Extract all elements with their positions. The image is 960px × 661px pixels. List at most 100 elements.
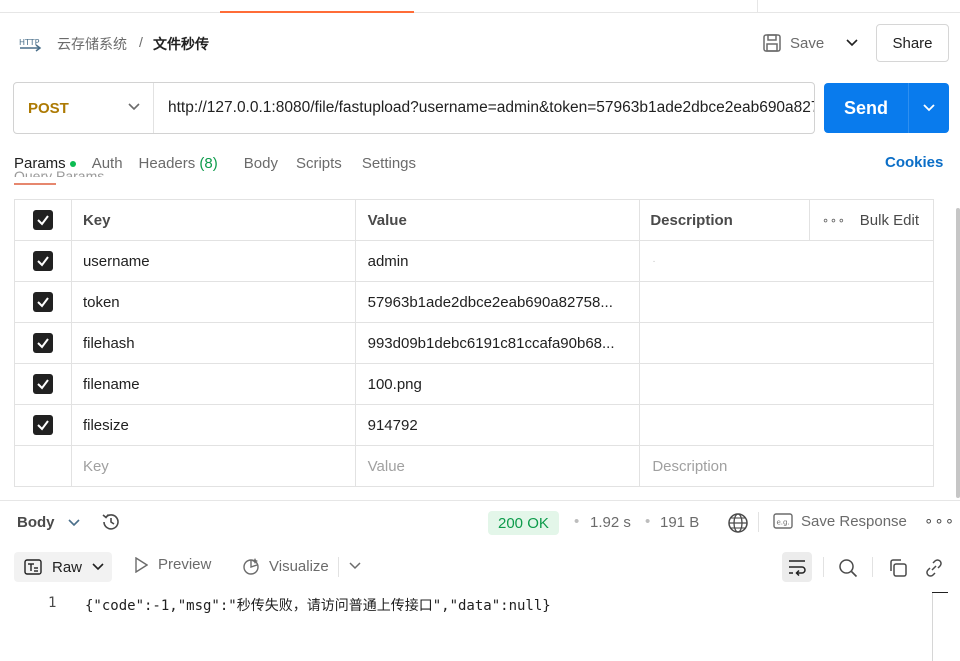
bulk-edit-button[interactable]: ∘∘∘ Bulk Edit xyxy=(810,200,934,240)
save-button[interactable]: Save xyxy=(762,28,824,58)
more-options-icon[interactable]: ∘∘∘ xyxy=(924,512,955,530)
new-key-input[interactable]: Key xyxy=(72,446,356,486)
param-description[interactable] xyxy=(640,364,934,404)
copy-icon[interactable] xyxy=(887,557,909,579)
new-value-input[interactable]: Value xyxy=(356,446,641,486)
svg-text:e.g.: e.g. xyxy=(777,519,790,527)
table-row: token 57963b1ade2dbce2eab690a82758... xyxy=(15,282,934,323)
bulk-edit-label: Bulk Edit xyxy=(859,211,919,229)
param-description[interactable] xyxy=(640,323,934,363)
word-wrap-toggle[interactable] xyxy=(782,552,812,582)
row-checkbox[interactable] xyxy=(32,374,53,394)
response-body-code[interactable]: {"code":-1,"msg":"秒传失败，请访问普通上传接口","data"… xyxy=(85,595,551,615)
raw-label: Raw xyxy=(52,558,83,576)
query-params-heading: Query Params xyxy=(14,168,105,177)
cursor-dot: · xyxy=(652,255,656,267)
http-request-icon: HTTP xyxy=(19,38,42,52)
row-checkbox-cell xyxy=(15,282,72,322)
param-key[interactable]: filehash xyxy=(72,323,356,363)
response-divider[interactable] xyxy=(0,500,960,501)
view-mode-raw[interactable]: Raw xyxy=(14,552,112,582)
preview-label: Preview xyxy=(158,556,212,573)
raw-text-icon xyxy=(24,559,42,575)
breadcrumb-separator: / xyxy=(139,34,143,50)
globe-icon[interactable] xyxy=(727,512,749,534)
chevron-down-icon[interactable] xyxy=(348,559,362,573)
dot-separator: • xyxy=(574,513,580,530)
breadcrumb-collection[interactable]: 云存储系统 xyxy=(57,34,127,54)
param-value[interactable]: 57963b1ade2dbce2eab690a82758... xyxy=(356,282,641,322)
row-checkbox[interactable] xyxy=(32,251,53,271)
history-icon[interactable] xyxy=(100,511,122,533)
more-icon: ∘∘∘ xyxy=(822,214,846,227)
param-key[interactable]: filename xyxy=(72,364,356,404)
save-response-label: Save Response xyxy=(801,512,907,530)
tab-settings[interactable]: Settings xyxy=(362,155,416,172)
send-button[interactable]: Send xyxy=(824,83,949,133)
check-icon xyxy=(37,420,49,431)
chevron-down-icon xyxy=(923,104,935,112)
method-select[interactable]: POST xyxy=(14,83,154,133)
cookies-link[interactable]: Cookies xyxy=(885,154,943,171)
column-header-value: Value xyxy=(356,200,641,240)
toolbar-separator xyxy=(872,557,873,577)
response-size[interactable]: 191 B xyxy=(660,514,699,531)
param-value[interactable]: 100.png xyxy=(356,364,641,404)
param-key[interactable]: username xyxy=(72,241,356,281)
view-mode-visualize[interactable]: Visualize xyxy=(241,556,329,576)
share-button[interactable]: Share xyxy=(876,24,949,62)
send-options-button[interactable] xyxy=(909,83,949,133)
chevron-down-icon xyxy=(67,518,80,526)
param-description[interactable] xyxy=(640,405,934,445)
url-input[interactable]: http://127.0.0.1:8080/file/fastupload?us… xyxy=(168,83,814,133)
example-icon: e.g. xyxy=(773,513,793,529)
tab-separator xyxy=(757,0,758,12)
check-icon xyxy=(37,338,49,349)
new-description-input[interactable]: Description xyxy=(640,446,934,486)
param-value[interactable]: 993d09b1debc6191c81ccafa90b68... xyxy=(356,323,641,363)
link-icon[interactable] xyxy=(923,557,945,579)
save-options-button[interactable] xyxy=(840,30,864,56)
breadcrumb-request-name[interactable]: 文件秒传 xyxy=(153,34,209,54)
param-value[interactable]: 914792 xyxy=(356,405,641,445)
send-label: Send xyxy=(843,97,888,118)
row-checkbox[interactable] xyxy=(32,292,53,312)
response-body-label: Body xyxy=(17,514,55,531)
response-time[interactable]: 1.92 s xyxy=(590,514,631,531)
param-value[interactable]: admin xyxy=(356,241,641,281)
check-icon xyxy=(37,297,49,308)
response-body-select[interactable]: Body xyxy=(17,514,81,531)
toolbar-separator xyxy=(758,512,759,532)
tab-headers-label: Headers xyxy=(138,154,196,172)
row-checkbox-cell xyxy=(15,241,72,281)
chevron-down-icon xyxy=(846,39,858,47)
param-description[interactable] xyxy=(640,282,934,322)
request-url-bar: POST http://127.0.0.1:8080/file/fastuplo… xyxy=(13,82,815,134)
tab-scripts[interactable]: Scripts xyxy=(296,155,342,172)
vertical-scrollbar[interactable] xyxy=(956,208,960,498)
empty-param-row: Key Value Description xyxy=(15,446,934,487)
active-tab-indicator xyxy=(220,11,414,13)
search-icon[interactable] xyxy=(837,557,859,579)
save-icon xyxy=(763,34,781,52)
visualize-icon xyxy=(243,558,259,575)
play-icon xyxy=(135,556,148,573)
select-all-checkbox[interactable] xyxy=(32,210,53,230)
view-mode-preview[interactable]: Preview xyxy=(134,556,211,573)
dot-separator: • xyxy=(645,513,651,530)
tab-headers[interactable]: Headers (8) xyxy=(139,155,218,172)
wrap-lines-icon xyxy=(789,560,806,576)
editor-scroll-edge xyxy=(932,592,933,661)
row-checkbox-cell xyxy=(15,405,72,445)
row-checkbox[interactable] xyxy=(32,415,53,435)
save-response-button[interactable]: e.g. Save Response xyxy=(773,512,907,530)
param-key[interactable]: filesize xyxy=(72,405,356,445)
row-checkbox[interactable] xyxy=(32,333,53,353)
editor-scroll-edge-top xyxy=(932,592,948,593)
param-description[interactable]: · xyxy=(640,241,934,281)
save-label: Save xyxy=(790,34,825,52)
param-key[interactable]: token xyxy=(72,282,356,322)
status-badge[interactable]: 200 OK xyxy=(488,511,559,535)
tab-body[interactable]: Body xyxy=(244,155,278,172)
params-table: Key Value Description ∘∘∘ Bulk Edit user… xyxy=(14,199,934,487)
